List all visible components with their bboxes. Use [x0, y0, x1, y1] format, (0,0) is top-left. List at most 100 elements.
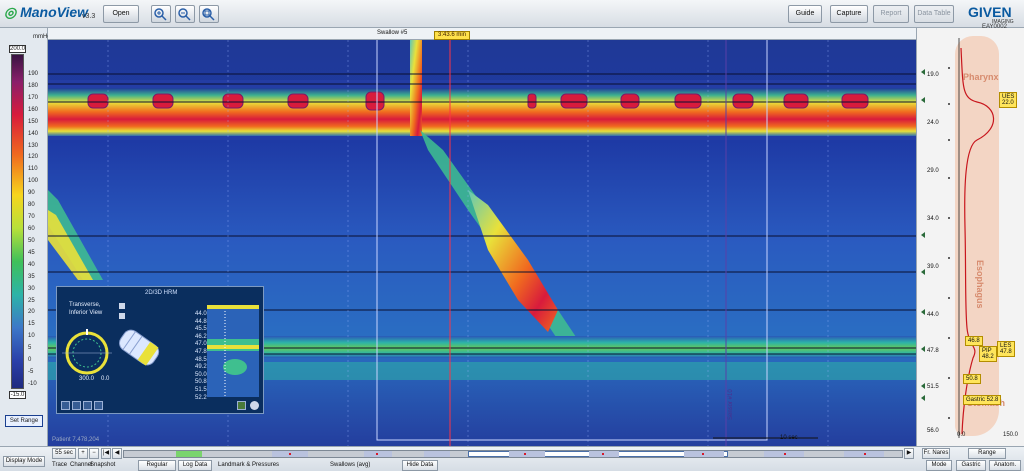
scale-tick-label: 70 — [28, 214, 35, 221]
range-button[interactable]: Range — [968, 448, 1006, 459]
scale-tick-label: 130 — [28, 142, 39, 149]
interval-label: 10 sec — [780, 435, 798, 441]
timeline-zoom-in-button[interactable]: + — [78, 448, 88, 459]
inset-depth-label: 52.2 — [195, 394, 207, 401]
next-button[interactable]: ▶ — [904, 448, 914, 459]
fr-nares-button[interactable]: Fr. Nares — [922, 448, 950, 459]
inset-graphics — [62, 303, 259, 397]
timeline-marker — [784, 453, 786, 455]
landmark-pressures-tab[interactable]: Landmark & Pressures — [218, 462, 279, 468]
inset-toolbar — [61, 401, 109, 411]
scale-tick-label: 170 — [28, 94, 39, 101]
anatomy-depth-label: 44.0 — [927, 312, 939, 318]
anatomy-depth-label: 29.0 — [927, 168, 939, 174]
scale-max-value[interactable]: 200.0 — [9, 45, 26, 53]
scale-tick-label: 0 — [28, 357, 32, 364]
time-scale-select[interactable]: 55 sec — [52, 448, 76, 459]
scale-tick-label: 110 — [28, 166, 38, 173]
hrm-3d-inset[interactable]: 2D/3D HRM Transverse, Inferior View 300.… — [56, 286, 264, 414]
scale-tick-label: 100 — [28, 178, 39, 185]
inset-depth-label: 47.8 — [195, 349, 207, 355]
expand-tool-icon[interactable] — [94, 401, 103, 410]
mode-button[interactable]: Mode — [926, 460, 952, 471]
inset-depth-label: 48.5 — [195, 356, 207, 363]
zoom-in-button[interactable] — [151, 5, 171, 23]
scale-tick-label: 25 — [28, 297, 35, 304]
inset-depth-label: 49.2 — [195, 364, 207, 371]
pip-callout: PIP 48.2 — [979, 346, 997, 362]
hide-data-button[interactable]: Hide Data — [402, 460, 438, 471]
timeline-marker — [602, 453, 604, 455]
scale-tick-label: 180 — [28, 82, 39, 89]
gastric-callout: Gastric 52.8 — [963, 395, 1002, 405]
scale-tick-label: 20 — [28, 309, 35, 316]
scale-tick-label: 140 — [28, 130, 39, 137]
snapshot-tab[interactable]: Snapshot — [90, 462, 115, 468]
timeline-marker — [376, 453, 378, 455]
app-version: v3.3 — [82, 13, 96, 20]
inset-depth-label: 46.2 — [195, 333, 207, 340]
bottom-bar: Display Mode 55 sec + − |◀ ◀ ▶ Trace Cha… — [0, 446, 1024, 471]
open-button[interactable]: Open — [103, 5, 139, 23]
scale-tick-label: 5 — [28, 345, 32, 352]
prev-button[interactable]: ◀ — [112, 448, 122, 459]
inset-scale-min: 300.0 — [79, 376, 95, 382]
rotate-tool-icon[interactable] — [72, 401, 81, 410]
report-button[interactable]: Report — [873, 5, 909, 23]
zoom-fit-button[interactable] — [199, 5, 219, 23]
display-mode-button[interactable]: Display Mode — [3, 456, 45, 467]
timeline-marker — [864, 453, 866, 455]
swallow-label: Swallow #5 — [377, 30, 408, 36]
pharynx-label: Pharynx — [963, 72, 999, 82]
timeline-scrubber[interactable] — [123, 450, 903, 458]
zoom-out-button[interactable] — [175, 5, 195, 23]
zoom-fit-icon — [202, 8, 215, 21]
guide-button[interactable]: Guide — [788, 5, 822, 23]
prev-icon: ◀ — [114, 450, 120, 456]
first-swallow-button[interactable]: |◀ — [101, 448, 111, 459]
scale-tick-label: 50 — [28, 237, 35, 244]
set-range-button[interactable]: Set Range — [5, 415, 43, 427]
top-toolbar: ◎ ManoView v3.3 Open Guide Capture Repor… — [0, 0, 1024, 30]
timeline-zoom-out-button[interactable]: − — [89, 448, 99, 459]
timeline-segment[interactable] — [509, 451, 545, 457]
anatomy-depth-label: 47.8 — [927, 348, 939, 354]
inset-color-icon[interactable] — [237, 401, 246, 410]
timeline-segment[interactable] — [364, 451, 392, 457]
axis-left: 0.0 — [957, 432, 966, 438]
capture-button[interactable]: Capture — [830, 5, 868, 23]
timeline-segment[interactable] — [684, 451, 724, 457]
skip-start-icon: |◀ — [102, 450, 110, 456]
inset-depth-label: 45.5 — [195, 326, 207, 333]
inset-depth-label: 47.0 — [195, 341, 207, 348]
scale-tick-label: 80 — [28, 202, 35, 209]
scale-tick-label: 40 — [28, 261, 35, 268]
inset-scale-b: 0.0 — [101, 376, 110, 382]
regular-button[interactable]: Regular — [138, 460, 176, 471]
channel-tab[interactable]: Channel — [70, 462, 92, 468]
log-data-button[interactable]: Log Data — [178, 460, 212, 471]
axis-right: 150.0 — [1003, 432, 1019, 438]
trace-tab[interactable]: Trace — [52, 462, 67, 468]
timeline-segment[interactable] — [176, 451, 202, 457]
les-value: 47.8 — [1000, 349, 1012, 355]
anatomy-button[interactable]: Anatom. — [989, 460, 1021, 471]
scale-tick-label: 150 — [28, 118, 39, 125]
data-table-button[interactable]: Data Table — [914, 5, 954, 23]
select-tool-icon[interactable] — [61, 401, 70, 410]
scale-tick-label: 35 — [28, 273, 35, 280]
move-tool-icon[interactable] — [83, 401, 92, 410]
timeline-marker — [289, 453, 291, 455]
scale-min-value[interactable]: -15.0 — [9, 391, 26, 399]
inset-depth-label: 44.8 — [195, 318, 207, 325]
ues-top-value: 22.0 — [1002, 100, 1014, 106]
inset-zoom-icon[interactable] — [250, 401, 259, 410]
anatomy-depth-label: 19.0 — [927, 72, 939, 78]
inset-depth-label: 51.5 — [195, 387, 207, 393]
timeline-segment[interactable] — [424, 451, 450, 457]
colorbar — [11, 54, 24, 389]
inset-depth-label: 50.8 — [195, 379, 207, 386]
gastric-button[interactable]: Gastric — [956, 460, 986, 471]
timeline-segment[interactable] — [589, 451, 619, 457]
swallows-avg-tab[interactable]: Swallows (avg) — [330, 462, 370, 468]
